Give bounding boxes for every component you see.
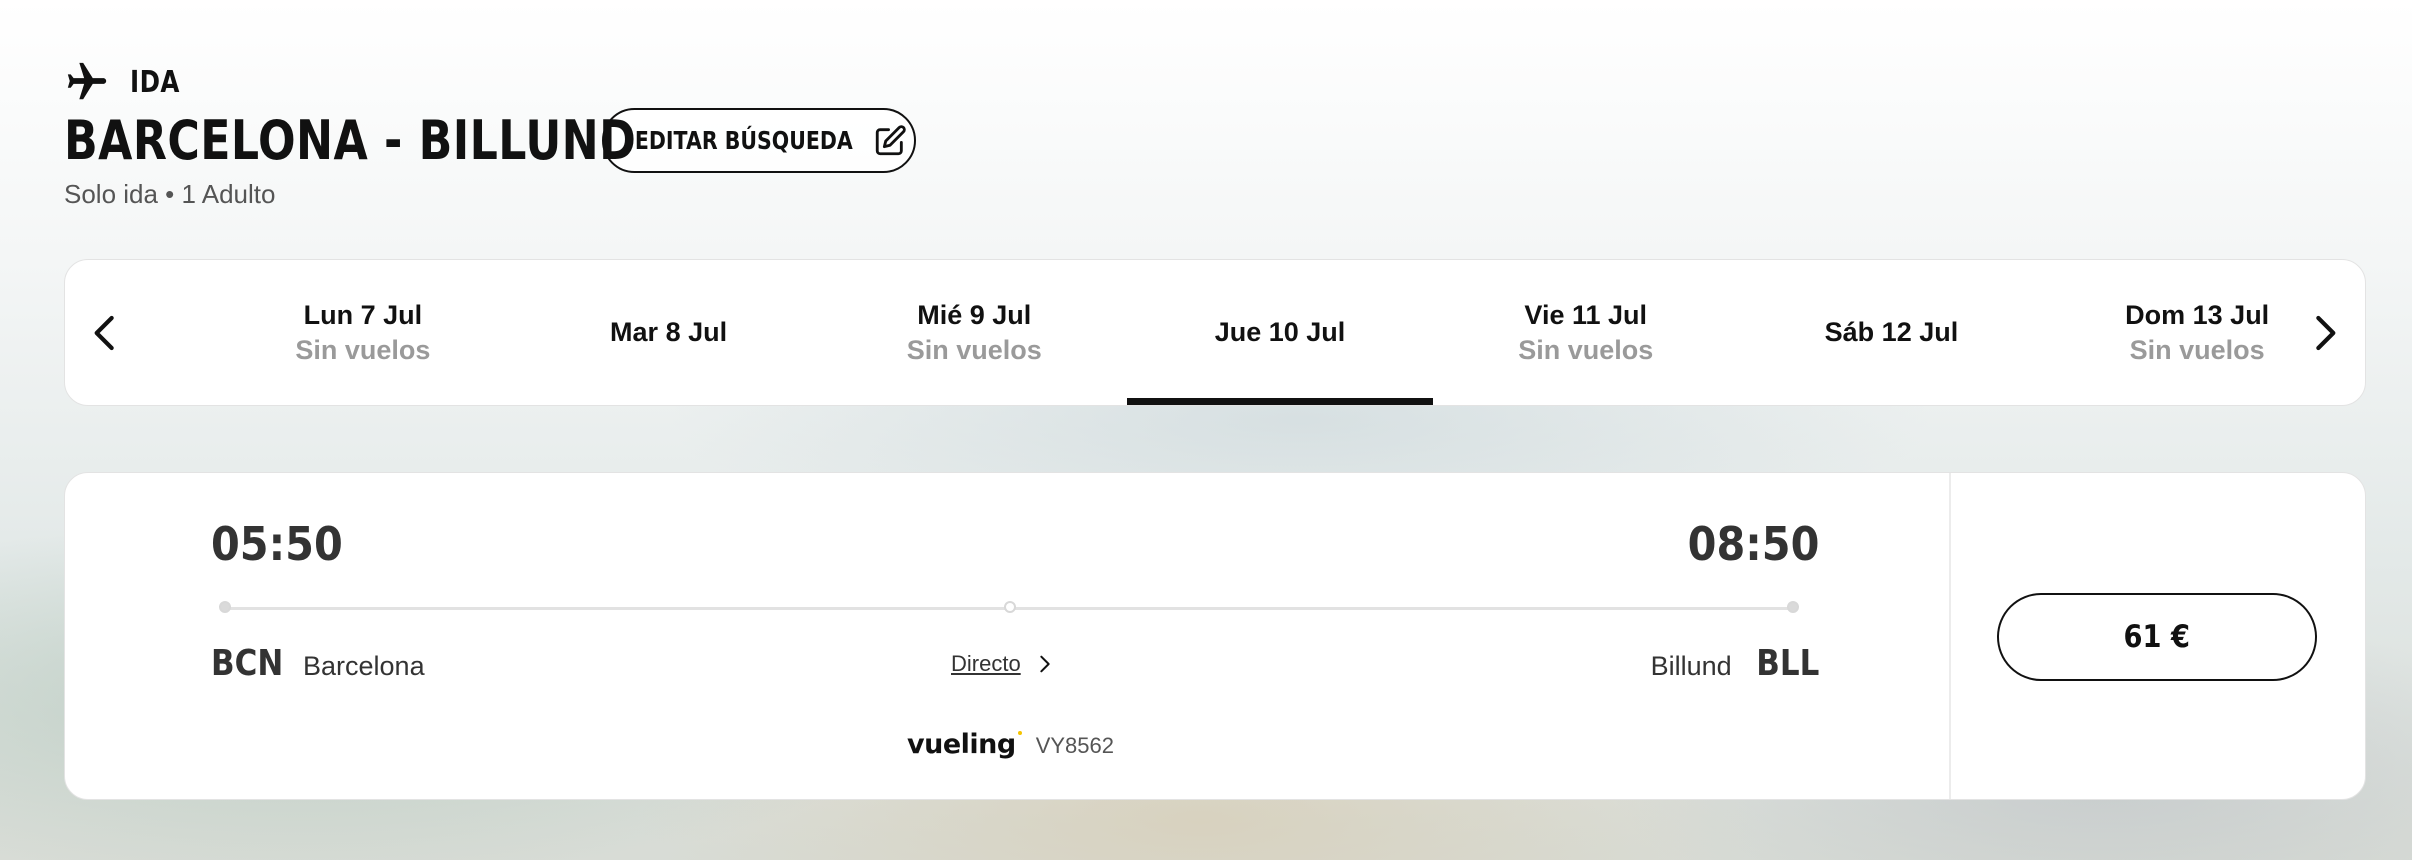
date-item[interactable]: Lun 7 Jul Sin vuelos bbox=[210, 260, 516, 405]
timeline-start-dot bbox=[219, 601, 231, 613]
timeline-end-dot bbox=[1787, 601, 1799, 613]
search-subtitle: Solo ida • 1 Adulto bbox=[64, 179, 276, 209]
edit-search-button[interactable]: EDITAR BÚSQUEDA bbox=[602, 108, 916, 173]
origin-city: Barcelona bbox=[303, 651, 425, 681]
card-divider bbox=[1949, 473, 1951, 799]
arrival-time: 08:50 bbox=[1687, 517, 1819, 571]
date-status: Sin vuelos bbox=[2129, 334, 2265, 365]
prev-dates-button[interactable] bbox=[65, 260, 145, 405]
carrier-info: vueling VY8562 bbox=[907, 729, 1114, 760]
price-label: 61 € bbox=[2123, 619, 2191, 655]
date-status: Sin vuelos bbox=[295, 334, 431, 365]
flight-number: VY8562 bbox=[1035, 733, 1114, 758]
direction-label: IDA bbox=[130, 64, 180, 100]
edit-search-label: EDITAR BÚSQUEDA bbox=[635, 126, 853, 155]
search-header: IDA BARCELONA - BILLUND EDITAR BÚSQUEDA … bbox=[64, 58, 916, 210]
flight-card[interactable]: 05:50 08:50 BCN Barcelona Directo Billun… bbox=[64, 472, 2366, 800]
departure-time: 05:50 bbox=[211, 517, 343, 571]
chevron-right-icon bbox=[1037, 653, 1053, 675]
destination-city: Billund bbox=[1650, 651, 1732, 681]
airplane-icon bbox=[64, 59, 110, 105]
date-label: Dom 13 Jul bbox=[2125, 299, 2270, 330]
origin-code: BCN bbox=[211, 643, 284, 684]
date-list: Lun 7 Jul Sin vuelos Mar 8 Jul Mié 9 Jul… bbox=[210, 260, 2350, 405]
airline-logo: vueling bbox=[907, 729, 1022, 760]
date-label: Sáb 12 Jul bbox=[1824, 317, 1959, 347]
flight-details-link[interactable]: Directo bbox=[951, 651, 1053, 677]
next-dates-button[interactable] bbox=[2285, 260, 2365, 405]
chevron-right-icon bbox=[2316, 315, 2336, 350]
title-row: BARCELONA - BILLUND EDITAR BÚSQUEDA bbox=[64, 108, 916, 173]
timeline-mid-dot bbox=[1004, 601, 1016, 613]
date-item[interactable]: Mié 9 Jul Sin vuelos bbox=[821, 260, 1127, 405]
date-status: Sin vuelos bbox=[1518, 334, 1654, 365]
date-label: Lun 7 Jul bbox=[303, 299, 423, 330]
stops-label: Directo bbox=[951, 651, 1021, 676]
origin-airport: BCN Barcelona bbox=[211, 643, 425, 684]
date-label: Vie 11 Jul bbox=[1524, 299, 1648, 330]
date-item[interactable]: Vie 11 Jul Sin vuelos bbox=[1433, 260, 1739, 405]
date-item[interactable]: Mar 8 Jul bbox=[516, 260, 822, 405]
chevron-left-icon bbox=[94, 315, 114, 350]
select-price-button[interactable]: 61 € bbox=[1997, 593, 2317, 681]
date-item[interactable]: Jue 10 Jul bbox=[1127, 260, 1433, 405]
direction-row: IDA bbox=[64, 58, 916, 106]
flight-timeline bbox=[219, 601, 1799, 615]
date-selector: Lun 7 Jul Sin vuelos Mar 8 Jul Mié 9 Jul… bbox=[64, 259, 2366, 406]
date-item[interactable]: Sáb 12 Jul bbox=[1739, 260, 2045, 405]
destination-airport: Billund BLL bbox=[1651, 643, 1819, 684]
date-label: Mar 8 Jul bbox=[610, 317, 728, 347]
route-title: BARCELONA - BILLUND bbox=[64, 109, 637, 172]
date-status: Sin vuelos bbox=[906, 334, 1042, 365]
destination-code: BLL bbox=[1755, 643, 1819, 684]
date-label: Mié 9 Jul bbox=[917, 299, 1032, 330]
date-label: Jue 10 Jul bbox=[1214, 317, 1346, 347]
edit-pencil-icon bbox=[873, 124, 907, 158]
